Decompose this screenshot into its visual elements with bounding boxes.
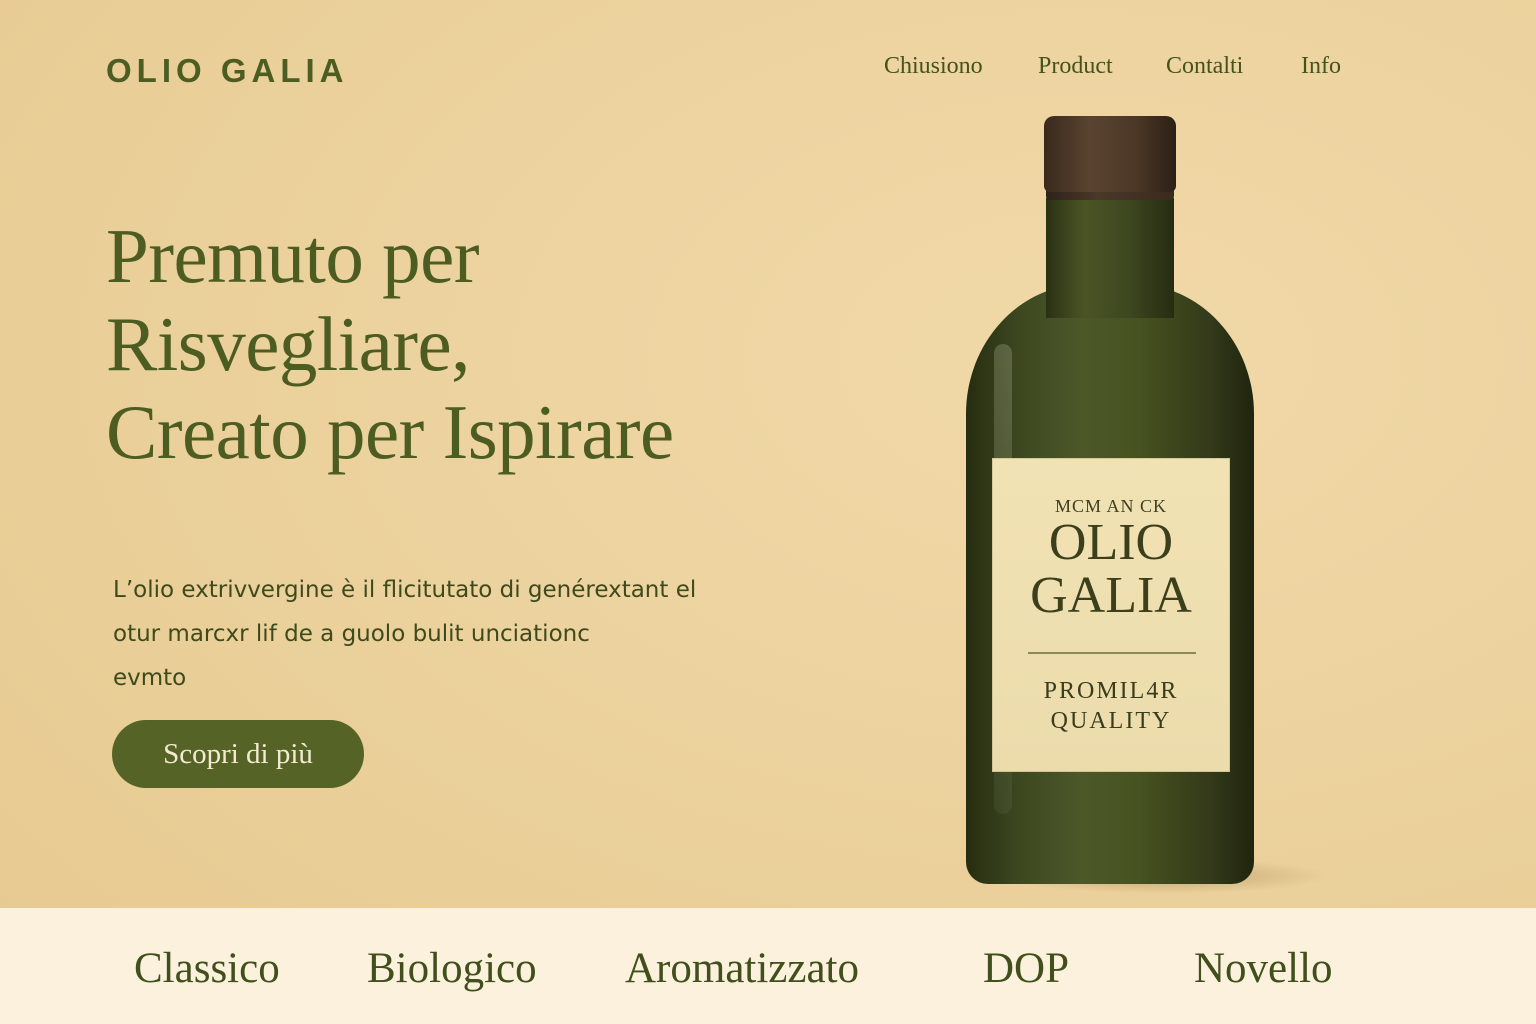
nav-item-chiusiono[interactable]: Chiusiono [884,53,983,80]
bottle-label: MCM AN CK OLIO GALIA PROMIL4R QUALITY [992,458,1230,772]
category-novello[interactable]: Novello [1194,944,1333,993]
hero-description-line: evmto [113,665,187,691]
category-bar: Classico Biologico Aromatizzato DOP Nove… [0,908,1536,1024]
label-brand-line: GALIA [1030,567,1192,624]
hero-title-line: Risvegliare, [106,301,470,387]
category-dop[interactable]: DOP [983,944,1069,993]
main-nav: Chiusiono Product Contalti Info [0,53,1536,83]
nav-item-contalti[interactable]: Contalti [1166,53,1243,80]
hero-description-line: otur marcxr lif de a guolo bulit unciati… [113,621,590,647]
label-quality-line: QUALITY [1050,708,1172,734]
hero-title: Premuto per Risvegliare, Creato per Ispi… [106,212,946,476]
nav-item-info[interactable]: Info [1301,53,1341,80]
product-bottle-image: MCM AN CK OLIO GALIA PROMIL4R QUALITY [960,114,1330,914]
label-quality-line: PROMIL4R [1043,678,1179,704]
nav-item-product[interactable]: Product [1038,53,1113,80]
hero-description-line: L’olio extrivvergine è il flicitutato di… [113,577,697,603]
category-aromatizzato[interactable]: Aromatizzato [625,944,859,993]
bottle-neck [1046,198,1174,318]
discover-more-button[interactable]: Scopri di più [112,720,364,788]
label-brand: OLIO GALIA [992,516,1230,622]
category-biologico[interactable]: Biologico [367,944,537,993]
hero-title-line: Premuto per [106,213,480,299]
bottle-cap [1044,116,1176,192]
hero-title-line: Creato per Ispirare [106,389,674,475]
category-classico[interactable]: Classico [134,944,280,993]
label-quality: PROMIL4R QUALITY [992,676,1230,736]
hero-description: L’olio extrivvergine è il flicitutato di… [113,568,773,700]
label-brand-line: OLIO [1048,514,1174,571]
label-divider [1028,652,1196,654]
